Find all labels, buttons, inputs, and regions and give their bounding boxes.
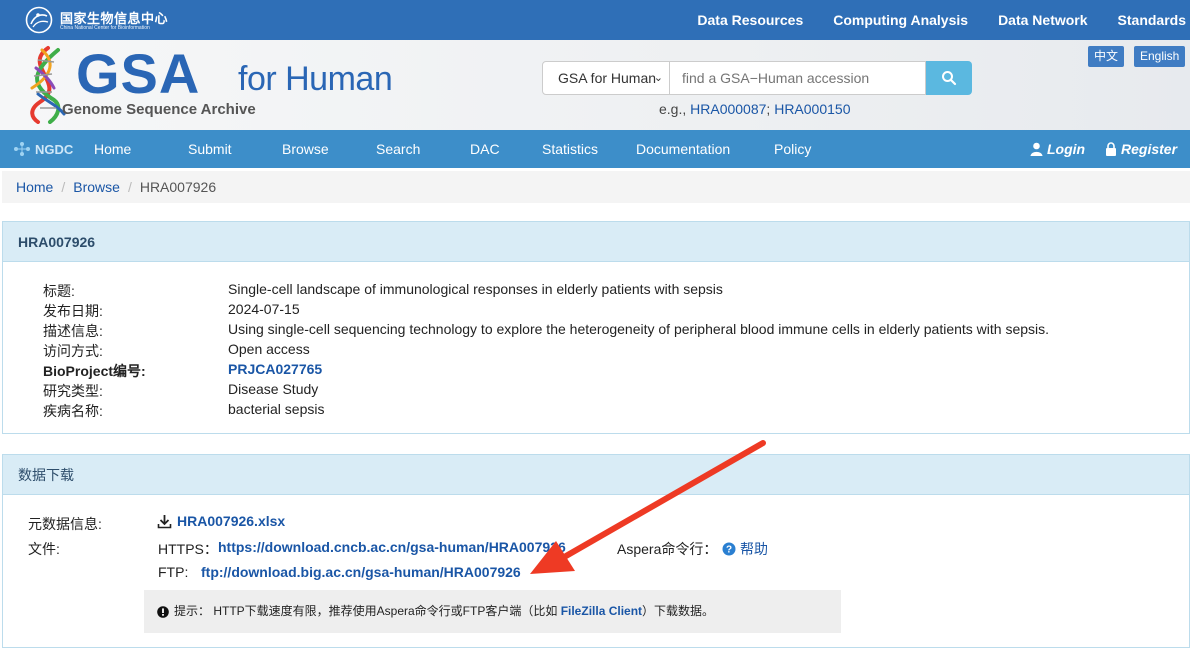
- download-heading: 数据下载: [3, 455, 1189, 495]
- database-select[interactable]: GSA for Human ⌄: [542, 61, 670, 95]
- nav-policy[interactable]: Policy: [774, 141, 811, 157]
- cncb-logo-icon[interactable]: [24, 6, 54, 34]
- ngdc-brand[interactable]: NGDC: [12, 141, 73, 157]
- ftp-label: FTP:: [158, 564, 189, 580]
- download-panel: 数据下载 元数据信息: HRA007926.xlsx 文件: HTTPS： ht…: [2, 454, 1190, 648]
- gsa-logo-text[interactable]: GSA: [76, 44, 200, 104]
- gsa-logo-suffix: for Human: [238, 60, 393, 98]
- field-label-bioproject: BioProject编号:: [43, 363, 146, 379]
- metadata-file-link[interactable]: HRA007926.xlsx: [177, 513, 285, 529]
- nav-submit[interactable]: Submit: [188, 141, 232, 157]
- bioproject-link[interactable]: PRJCA027765: [228, 361, 322, 377]
- overview-panel: HRA007926 标题: Single-cell landscape of i…: [2, 221, 1190, 434]
- breadcrumb-browse[interactable]: Browse: [73, 179, 120, 195]
- login-link[interactable]: Login: [1030, 141, 1085, 157]
- toplink-data-network[interactable]: Data Network: [998, 12, 1087, 28]
- breadcrumb-separator: /: [61, 179, 66, 195]
- field-label-description: 描述信息:: [43, 323, 103, 339]
- exclamation-circle-icon: [157, 605, 169, 618]
- breadcrumb-current: HRA007926: [139, 179, 217, 195]
- register-link[interactable]: Register: [1105, 141, 1177, 157]
- search-button[interactable]: [926, 61, 972, 95]
- field-value-disease: bacterial sepsis: [228, 401, 325, 417]
- field-value-release-date: 2024-07-15: [228, 301, 300, 317]
- field-value-title: Single-cell landscape of immunological r…: [228, 281, 723, 297]
- user-icon: [1030, 142, 1043, 156]
- site-header: GSA for Human Genome Sequence Archive GS…: [0, 40, 1190, 130]
- field-label-study-type: 研究类型:: [43, 383, 103, 399]
- field-value-access: Open access: [228, 341, 310, 357]
- example-link-1[interactable]: HRA000087: [690, 101, 766, 117]
- search-hint: e.g., HRA000087; HRA000150: [659, 101, 851, 117]
- breadcrumb: Home / Browse / HRA007926: [2, 171, 1190, 203]
- files-label: 文件:: [28, 541, 60, 557]
- nav-dac[interactable]: DAC: [470, 141, 500, 157]
- chevron-down-icon: ⌄: [653, 72, 663, 84]
- download-notice: 提示： HTTP下载速度有限，推荐使用Aspera命令行或FTP客户端（比如 F…: [144, 590, 841, 633]
- https-label: HTTPS：: [158, 541, 218, 557]
- https-download-link[interactable]: https://download.cncb.ac.cn/gsa-human/HR…: [218, 539, 566, 555]
- toplink-data-resources[interactable]: Data Resources: [697, 12, 803, 28]
- nav-browse[interactable]: Browse: [282, 141, 329, 157]
- nav-statistics[interactable]: Statistics: [542, 141, 598, 157]
- aspera-label: Aspera命令行：: [617, 541, 718, 557]
- toplink-computing-analysis[interactable]: Computing Analysis: [833, 12, 968, 28]
- metadata-label: 元数据信息:: [28, 516, 102, 532]
- search-bar: GSA for Human ⌄: [542, 61, 972, 95]
- top-bar: 国家生物信息中心 China National Center for Bioin…: [0, 0, 1190, 40]
- overview-heading: HRA007926: [3, 222, 1189, 262]
- gsa-logo-subtitle: Genome Sequence Archive: [62, 101, 256, 118]
- search-input[interactable]: [670, 61, 926, 95]
- main-nav: NGDC Home Submit Browse Search DAC Stati…: [0, 130, 1190, 168]
- lock-icon: [1106, 142, 1116, 156]
- question-circle-icon: ?: [722, 542, 736, 556]
- field-value-description: Using single-cell sequencing technology …: [228, 321, 1050, 337]
- download-icon: [157, 514, 172, 528]
- org-name-en: China National Center for Bioinformation: [60, 25, 150, 31]
- nav-search[interactable]: Search: [376, 141, 420, 157]
- field-label-title: 标题:: [43, 283, 75, 299]
- nav-home[interactable]: Home: [94, 141, 131, 157]
- example-link-2[interactable]: HRA000150: [774, 101, 850, 117]
- metadata-download[interactable]: HRA007926.xlsx: [157, 513, 285, 529]
- toplink-standards[interactable]: Standards: [1118, 12, 1186, 28]
- lang-zh-button[interactable]: 中文: [1088, 46, 1125, 67]
- top-links: Data Resources Computing Analysis Data N…: [697, 0, 1186, 40]
- filezilla-link[interactable]: FileZilla Client: [561, 604, 642, 618]
- field-value-study-type: Disease Study: [228, 381, 319, 397]
- help-link[interactable]: ? 帮助: [722, 539, 768, 559]
- field-label-disease: 疾病名称:: [43, 403, 103, 419]
- ftp-download-link[interactable]: ftp://download.big.ac.cn/gsa-human/HRA00…: [201, 564, 521, 580]
- database-select-value: GSA for Human: [558, 70, 657, 86]
- field-label-access: 访问方式:: [43, 343, 103, 359]
- lang-en-button[interactable]: English: [1134, 46, 1186, 67]
- nav-documentation[interactable]: Documentation: [636, 141, 730, 157]
- breadcrumb-separator: /: [127, 179, 132, 195]
- svg-text:?: ?: [726, 545, 732, 556]
- breadcrumb-home[interactable]: Home: [16, 179, 53, 195]
- search-icon: [942, 71, 957, 86]
- field-label-release-date: 发布日期:: [43, 303, 103, 319]
- ngdc-logo-icon: [14, 142, 30, 156]
